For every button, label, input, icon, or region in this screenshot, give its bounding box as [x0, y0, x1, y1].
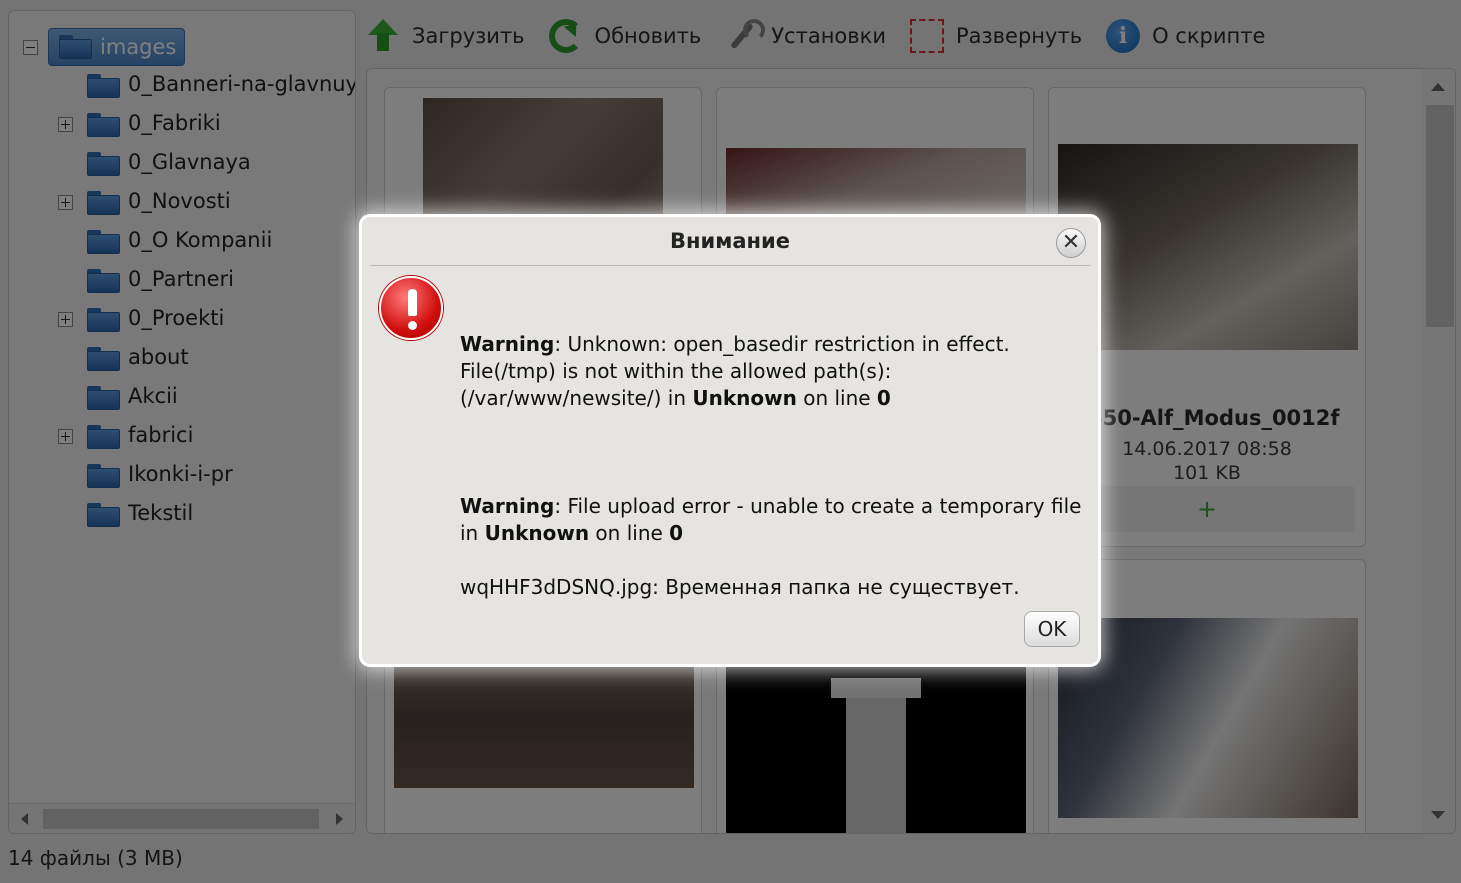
close-icon[interactable]: ✕	[1056, 228, 1086, 258]
message-bold: 0	[876, 386, 891, 410]
message-bold: 0	[669, 521, 684, 545]
dialog-title: Внимание	[669, 229, 791, 253]
warning-dialog: Внимание ✕ Warning: Unknown: open_basedi…	[362, 217, 1098, 664]
message-bold: Unknown	[692, 386, 797, 410]
dialog-message-2: Warning: File upload error - unable to c…	[460, 493, 1082, 547]
divider	[370, 265, 1090, 266]
message-text: on line	[589, 521, 670, 545]
message-bold: Warning	[460, 494, 555, 518]
ok-button[interactable]: OK	[1024, 611, 1080, 647]
dialog-message-3: wqHHF3dDSNQ.jpg: Временная папка не суще…	[460, 575, 1020, 599]
message-bold: Unknown	[484, 521, 590, 545]
dialog-message-1: Warning: Unknown: open_basedir restricti…	[460, 331, 1082, 412]
error-icon	[379, 276, 443, 340]
message-text: on line	[796, 386, 877, 410]
message-bold: Warning	[460, 332, 555, 356]
